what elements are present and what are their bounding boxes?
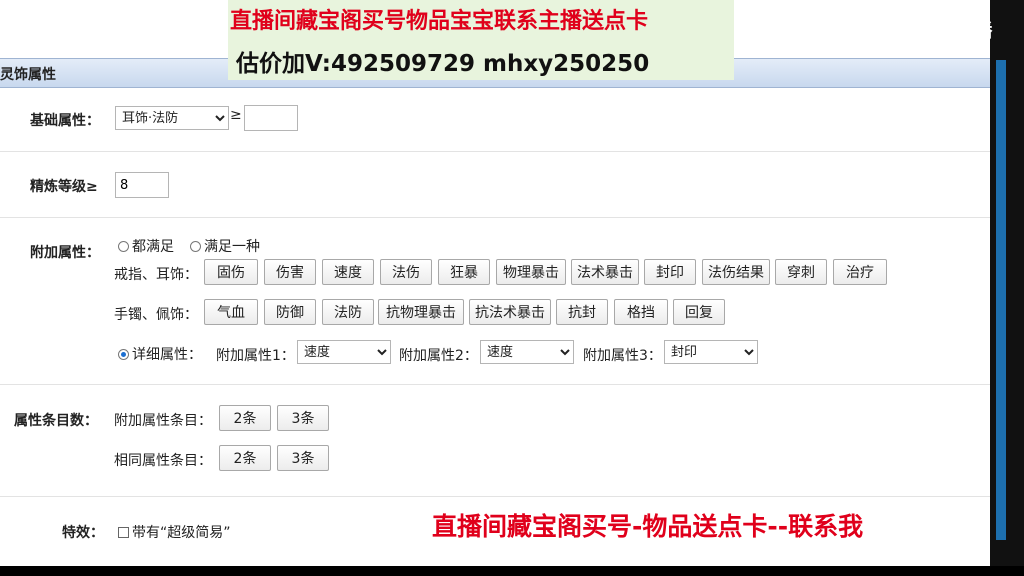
divider (0, 496, 990, 497)
cc-live-logo: CC直播 (900, 14, 1016, 46)
attr1-label: 附加属性1： (216, 348, 295, 364)
divider (0, 217, 990, 218)
ring-button-7[interactable]: 封印 (644, 259, 696, 285)
radio-all-label: 都满足 (132, 239, 174, 255)
same-entries-3-button[interactable]: 3条 (277, 445, 329, 471)
radio-detail-label: 详细属性： (132, 347, 202, 363)
entries-label: 属性条目数： (14, 413, 98, 429)
ring-button-4[interactable]: 狂暴 (438, 259, 490, 285)
effect-label: 特效： (62, 525, 104, 541)
section-title: 灵饰属性 (0, 67, 56, 83)
bracelet-button-4[interactable]: 抗法术暴击 (469, 299, 551, 325)
ring-earring-label: 戒指、耳饰： (114, 267, 198, 283)
bracelet-button-1[interactable]: 防御 (264, 299, 316, 325)
bracelet-button-0[interactable]: 气血 (204, 299, 258, 325)
base-attr-label: 基础属性： (30, 113, 100, 129)
add-entries-2-button[interactable]: 2条 (219, 405, 271, 431)
divider (0, 384, 990, 385)
bracelet-button-6[interactable]: 格挡 (614, 299, 668, 325)
ring-button-5[interactable]: 物理暴击 (496, 259, 566, 285)
add-entries-label: 附加属性条目： (114, 413, 212, 429)
refine-level-input[interactable] (115, 172, 169, 198)
ring-button-2[interactable]: 速度 (322, 259, 374, 285)
ring-button-8[interactable]: 法伤结果 (702, 259, 770, 285)
radio-all-option[interactable]: 都满足 (118, 236, 174, 256)
attr2-select[interactable]: 速度 (480, 340, 574, 364)
radio-detail-option[interactable]: 详细属性： (118, 344, 202, 364)
stream-banner-bottom: 直播间藏宝阁买号-物品送点卡--联系我 (432, 512, 864, 541)
cc-logo-icon (900, 17, 926, 43)
side-rail (996, 60, 1006, 540)
radio-one-label: 满足一种 (204, 239, 260, 255)
ring-button-6[interactable]: 法术暴击 (571, 259, 639, 285)
bracelet-button-5[interactable]: 抗封 (556, 299, 608, 325)
base-attr-value-input[interactable] (244, 105, 298, 131)
attr3-select[interactable]: 封印 (664, 340, 758, 364)
refine-label: 精炼等级≥ (30, 179, 98, 195)
attr3-label: 附加属性3： (583, 348, 662, 364)
ring-button-3[interactable]: 法伤 (380, 259, 432, 285)
bracelet-button-2[interactable]: 法防 (322, 299, 374, 325)
attr2-label: 附加属性2： (399, 348, 478, 364)
ring-button-9[interactable]: 穿刺 (775, 259, 827, 285)
radio-detail[interactable] (118, 348, 129, 360)
divider (0, 151, 990, 152)
ring-button-10[interactable]: 治疗 (833, 259, 887, 285)
base-attr-select[interactable]: 耳饰·法防 (115, 106, 229, 130)
effect-checkbox[interactable] (118, 526, 129, 538)
add-entries-3-button[interactable]: 3条 (277, 405, 329, 431)
cc-logo-text: CC直播 (930, 21, 993, 42)
radio-one-option[interactable]: 满足一种 (190, 236, 260, 256)
attr1-select[interactable]: 速度 (297, 340, 391, 364)
same-entries-2-button[interactable]: 2条 (219, 445, 271, 471)
effect-checkbox-option[interactable]: 带有“超级简易” (118, 522, 231, 542)
bottom-bar (0, 566, 1024, 576)
same-entries-label: 相同属性条目： (114, 453, 212, 469)
page: 灵饰属性 基础属性： 耳饰·法防 ≥ 精炼等级≥ 附加属性： 都满足 满足一种 … (0, 0, 990, 566)
effect-checkbox-label: 带有“超级简易” (132, 525, 231, 541)
bracelet-button-3[interactable]: 抗物理暴击 (378, 299, 464, 325)
ring-button-1[interactable]: 伤害 (264, 259, 316, 285)
bracelet-pendant-label: 手镯、佩饰： (114, 307, 198, 323)
bracelet-button-7[interactable]: 回复 (673, 299, 725, 325)
stream-banner-top: 直播间藏宝阁买号物品宝宝联系主播送点卡 估价加V:492509729 mhxy2… (228, 0, 734, 80)
banner-line-2: 估价加V:492509729 mhxy250250 (236, 51, 650, 77)
ge-symbol: ≥ (230, 107, 242, 123)
banner-line-1: 直播间藏宝阁买号物品宝宝联系主播送点卡 (230, 9, 649, 34)
additional-attr-label: 附加属性： (30, 245, 100, 261)
radio-one[interactable] (190, 240, 201, 252)
ring-button-0[interactable]: 固伤 (204, 259, 258, 285)
radio-all[interactable] (118, 240, 129, 252)
